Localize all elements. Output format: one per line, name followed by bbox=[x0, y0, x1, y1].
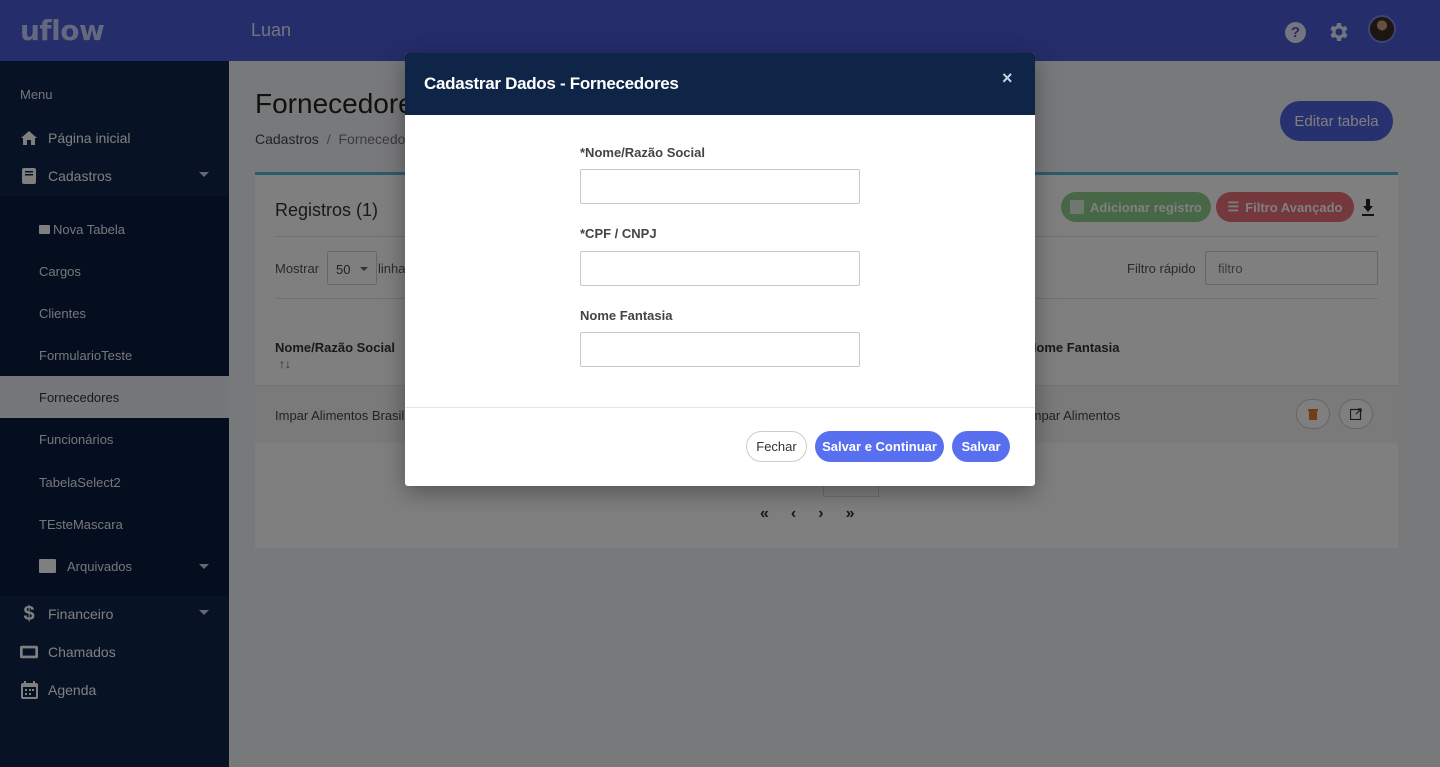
field-label-name: *Nome/Razão Social bbox=[580, 145, 705, 160]
name-field[interactable] bbox=[580, 169, 860, 204]
register-modal: Cadastrar Dados - Fornecedores × *Nome/R… bbox=[405, 53, 1035, 486]
save-continue-button[interactable]: Salvar e Continuar bbox=[815, 431, 944, 462]
save-button[interactable]: Salvar bbox=[952, 431, 1010, 462]
field-label-cpf: *CPF / CNPJ bbox=[580, 226, 657, 241]
field-label-fantasy: Nome Fantasia bbox=[580, 308, 673, 323]
cpf-cnpj-field[interactable] bbox=[580, 251, 860, 286]
close-button[interactable]: Fechar bbox=[746, 431, 807, 462]
modal-header: Cadastrar Dados - Fornecedores × bbox=[405, 53, 1035, 115]
modal-divider bbox=[405, 407, 1035, 408]
fantasy-name-field[interactable] bbox=[580, 332, 860, 367]
modal-title: Cadastrar Dados - Fornecedores bbox=[424, 74, 679, 93]
close-icon[interactable]: × bbox=[1002, 68, 1013, 89]
